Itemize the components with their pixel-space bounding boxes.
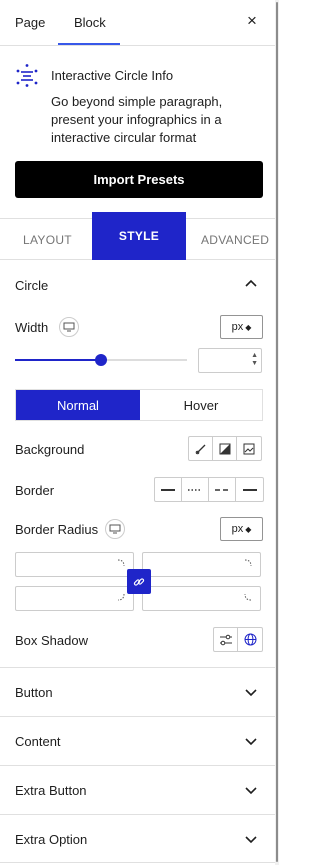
border-double-icon[interactable] [236, 478, 263, 501]
normal-state-button[interactable]: Normal [16, 390, 140, 420]
panel-title: Button [15, 685, 53, 700]
state-toggle: Normal Hover [15, 389, 263, 421]
border-style-group [154, 477, 264, 502]
close-icon[interactable]: × [247, 12, 257, 29]
panel-title: Extra Option [15, 832, 88, 847]
corner-bottom-right-icon [117, 593, 125, 601]
panel-extra-option[interactable]: Extra Option [0, 814, 275, 863]
desktop-icon[interactable] [105, 519, 125, 539]
import-presets-button[interactable]: Import Presets [15, 161, 263, 198]
gradient-icon[interactable] [213, 437, 237, 460]
panel-title: Extra Button [15, 783, 87, 798]
tab-advanced[interactable]: ADVANCED [201, 233, 269, 247]
border-dashed-icon[interactable] [209, 478, 236, 501]
scrollbar-thumb[interactable] [276, 2, 278, 862]
border-solid-icon[interactable] [155, 478, 182, 501]
panel-button[interactable]: Button [0, 667, 275, 716]
desktop-icon[interactable] [59, 317, 79, 337]
width-slider-fill [15, 359, 101, 361]
radius-top-right-input[interactable] [142, 552, 261, 577]
radius-bottom-right-input[interactable] [142, 586, 261, 611]
border-radius-unit-value: px [231, 523, 244, 535]
image-icon[interactable] [237, 437, 261, 460]
panel-title: Content [15, 734, 61, 749]
corner-top-right-icon [117, 559, 125, 567]
radius-bottom-left-input[interactable] [15, 586, 134, 611]
width-unit-select[interactable]: px ◆ [220, 315, 263, 339]
updown-icon: ◆ [245, 524, 252, 534]
brush-icon[interactable] [189, 437, 213, 460]
border-radius-unit-select[interactable]: px ◆ [220, 517, 263, 541]
width-label: Width [15, 320, 49, 335]
width-slider-thumb[interactable] [95, 354, 107, 366]
panel-extra-button[interactable]: Extra Button [0, 765, 275, 814]
active-tab-indicator [58, 43, 120, 45]
background-type-group [188, 436, 262, 461]
block-description: Go beyond simple paragraph, present your… [51, 94, 223, 145]
border-dotted-icon[interactable] [182, 478, 209, 501]
sliders-icon[interactable] [214, 628, 238, 651]
tab-block[interactable]: Block [74, 15, 106, 30]
panel-content[interactable]: Content [0, 716, 275, 765]
corner-top-right-icon [244, 559, 252, 567]
panel-scrollbar[interactable] [275, 0, 279, 865]
spinner-arrows-icon[interactable]: ▲ ▼ [251, 352, 258, 368]
chevron-down-icon [245, 689, 257, 697]
tab-style[interactable]: STYLE [92, 212, 186, 260]
width-unit-value: px [231, 321, 244, 333]
block-type-icon [16, 64, 38, 87]
radius-top-left-input[interactable] [15, 552, 134, 577]
block-title: Interactive Circle Info [51, 68, 174, 83]
circle-panel-title[interactable]: Circle [15, 278, 48, 293]
corner-bottom-left-icon [244, 593, 252, 601]
tab-page[interactable]: Page [15, 15, 45, 30]
chevron-down-icon [245, 836, 257, 844]
hover-state-button[interactable]: Hover [140, 390, 262, 420]
chevron-up-icon[interactable] [243, 276, 259, 292]
link-values-button[interactable] [127, 569, 151, 594]
width-number-input[interactable]: ▲ ▼ [198, 348, 262, 373]
globe-icon[interactable] [238, 628, 262, 651]
box-shadow-label: Box Shadow [15, 633, 88, 648]
border-radius-label: Border Radius [15, 522, 99, 537]
background-label: Background [15, 442, 85, 457]
tab-layout[interactable]: LAYOUT [23, 233, 72, 247]
sidebar-header: Page Block × [0, 0, 275, 46]
chevron-down-icon [245, 738, 257, 746]
box-shadow-group [213, 627, 263, 652]
chevron-down-icon [245, 787, 257, 795]
updown-icon: ◆ [245, 322, 252, 332]
border-label: Border [15, 483, 55, 498]
link-icon [133, 577, 145, 586]
